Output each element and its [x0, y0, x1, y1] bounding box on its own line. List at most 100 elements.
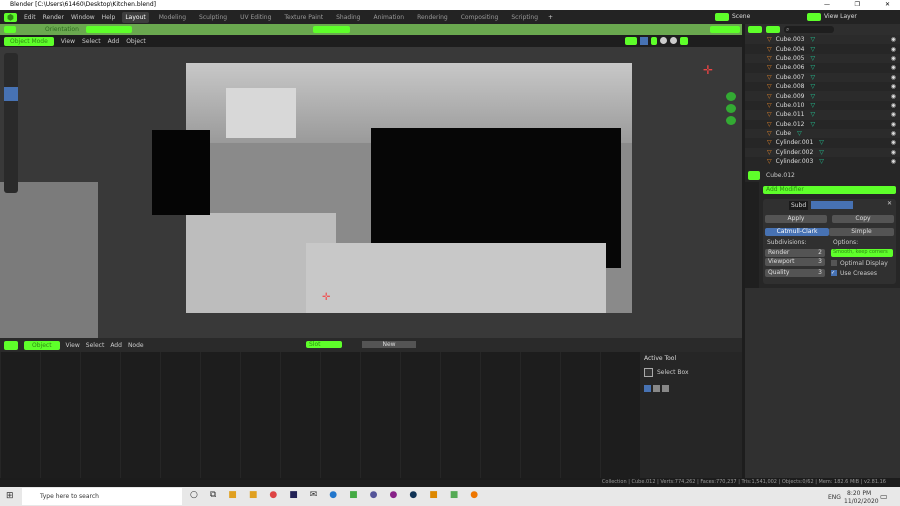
- outliner-item[interactable]: ▽ Cube.011 ▽ ◉: [745, 110, 900, 120]
- scene-selector[interactable]: Scene: [732, 13, 750, 20]
- outliner-item[interactable]: ▽ Cylinder.003 ▽ ◉: [745, 157, 900, 166]
- menu-select[interactable]: Select: [86, 342, 105, 349]
- outliner-item[interactable]: ▽ Cube ▽ ◉: [745, 128, 900, 139]
- taskbar-apps[interactable]: ○ ⧉ ■ ■ ● ■ ✉ ● ■ ● ● ● ■ ■ ●: [190, 490, 478, 500]
- visibility-eye-icon[interactable]: ◉: [891, 74, 896, 81]
- view-layer-selector[interactable]: View Layer: [824, 13, 857, 20]
- modifier-visibility-toggles[interactable]: [811, 201, 853, 209]
- tab-scripting[interactable]: Scripting: [508, 12, 541, 23]
- outliner-item[interactable]: ▽ Cube.005 ▽ ◉: [745, 53, 900, 64]
- display-mode-icon[interactable]: [748, 26, 762, 33]
- outliner-item[interactable]: ▽ Cube.010 ▽ ◉: [745, 101, 900, 110]
- menu-select[interactable]: Select: [82, 38, 101, 45]
- menu-node[interactable]: Node: [128, 342, 144, 349]
- menu-add[interactable]: Add: [110, 342, 122, 349]
- apply-button[interactable]: Apply: [765, 215, 827, 223]
- clock-date[interactable]: 11/02/2020: [844, 498, 879, 505]
- node-editor-canvas[interactable]: [0, 352, 641, 478]
- modifier-name-field[interactable]: Subd: [789, 201, 809, 210]
- tab-rendering[interactable]: Rendering: [414, 12, 451, 23]
- blender-logo-icon[interactable]: ⬢: [4, 12, 17, 22]
- outliner-item[interactable]: ▽ Cube.012 ▽ ◉: [745, 120, 900, 129]
- visibility-eye-icon[interactable]: ◉: [891, 55, 896, 62]
- add-workspace-button[interactable]: +: [548, 14, 553, 21]
- menu-object[interactable]: Object: [126, 38, 146, 45]
- transform-icon[interactable]: [4, 26, 16, 33]
- remove-modifier-icon[interactable]: ✕: [887, 200, 892, 207]
- visibility-eye-icon[interactable]: ◉: [891, 158, 896, 165]
- options-dropdown[interactable]: [710, 26, 740, 33]
- tool-shelf[interactable]: [4, 53, 18, 193]
- outliner-item[interactable]: ▽ Cube.007 ▽ ◉: [745, 72, 900, 82]
- tab-texture-paint[interactable]: Texture Paint: [281, 12, 326, 23]
- editor-type-icon[interactable]: [4, 340, 18, 350]
- visibility-eye-icon[interactable]: ◉: [891, 36, 896, 43]
- shader-type-dropdown[interactable]: Object: [24, 340, 60, 350]
- outliner-item[interactable]: ▽ Cube.003 ▽ ◉: [745, 35, 900, 45]
- editor-type-icon[interactable]: [748, 170, 760, 180]
- mode-dropdown[interactable]: Object Mode: [4, 36, 54, 46]
- tab-modeling[interactable]: Modeling: [156, 12, 189, 23]
- menu-add[interactable]: Add: [108, 38, 120, 45]
- outliner-item[interactable]: ▽ Cube.004 ▽ ◉: [745, 44, 900, 53]
- visibility-eye-icon[interactable]: ◉: [891, 130, 896, 137]
- 3d-viewport[interactable]: ✛ ✛: [0, 47, 742, 338]
- menu-help[interactable]: Help: [102, 14, 116, 21]
- language-indicator[interactable]: ENG: [828, 494, 841, 501]
- orientation-dropdown[interactable]: [86, 26, 132, 33]
- render-levels-field[interactable]: Render 2: [765, 249, 825, 257]
- visibility-eye-icon[interactable]: ◉: [891, 83, 896, 90]
- outliner-item[interactable]: ▽ Cube.006 ▽ ◉: [745, 63, 900, 72]
- viewport-levels-field[interactable]: Viewport 3: [765, 258, 825, 266]
- visibility-eye-icon[interactable]: ◉: [891, 102, 896, 109]
- tab-compositing[interactable]: Compositing: [458, 12, 502, 23]
- select-box-tool[interactable]: Select Box: [644, 368, 739, 377]
- start-icon[interactable]: ⊞: [6, 491, 14, 501]
- menu-window[interactable]: Window: [71, 14, 95, 21]
- outliner-item[interactable]: ▽ Cylinder.001 ▽ ◉: [745, 138, 900, 147]
- visibility-eye-icon[interactable]: ◉: [891, 46, 896, 53]
- minimize-button[interactable]: —: [824, 1, 830, 8]
- menu-edit[interactable]: Edit: [24, 14, 36, 21]
- visibility-eye-icon[interactable]: ◉: [891, 121, 896, 128]
- view-layer-icon[interactable]: [807, 13, 821, 21]
- tab-layout[interactable]: Layout: [122, 11, 149, 23]
- visibility-eye-icon[interactable]: ◉: [891, 111, 896, 118]
- tab-uv-editing[interactable]: UV Editing: [237, 12, 274, 23]
- navigation-gizmo-icon[interactable]: ✛: [703, 63, 713, 77]
- tab-sculpting[interactable]: Sculpting: [196, 12, 230, 23]
- catmull-clark-option[interactable]: Catmull-Clark: [765, 228, 829, 236]
- clock-time[interactable]: 8:20 PM: [847, 490, 871, 497]
- outliner-search-input[interactable]: ⌕: [784, 26, 834, 33]
- maximize-button[interactable]: ❐: [855, 1, 860, 8]
- pivot-dropdown[interactable]: [313, 26, 350, 33]
- properties-tabs[interactable]: [745, 182, 759, 297]
- quality-field[interactable]: Quality 3: [765, 269, 825, 277]
- scene-icon[interactable]: [715, 13, 729, 21]
- menu-render[interactable]: Render: [43, 14, 64, 21]
- tab-animation[interactable]: Animation: [370, 12, 407, 23]
- outliner-item[interactable]: ▽ Cube.009 ▽ ◉: [745, 91, 900, 101]
- filter-icon[interactable]: [766, 26, 780, 33]
- optimal-display-checkbox[interactable]: Optimal Display: [831, 260, 888, 267]
- slot-dropdown[interactable]: Slot: [306, 341, 342, 348]
- add-modifier-dropdown[interactable]: Add Modifier: [763, 186, 896, 194]
- new-material-button[interactable]: New: [362, 341, 416, 348]
- visibility-eye-icon[interactable]: ◉: [891, 139, 896, 146]
- menu-view[interactable]: View: [61, 38, 75, 45]
- copy-button[interactable]: Copy: [832, 215, 894, 223]
- visibility-eye-icon[interactable]: ◉: [891, 93, 896, 100]
- uv-smooth-dropdown[interactable]: Smooth, keep corners: [831, 249, 893, 257]
- visibility-eye-icon[interactable]: ◉: [891, 149, 896, 156]
- shading-buttons[interactable]: [625, 37, 688, 45]
- outliner-item[interactable]: ▽ Cylinder.002 ▽ ◉: [745, 147, 900, 158]
- taskbar-search-input[interactable]: Type here to search: [22, 488, 182, 505]
- select-mode-buttons[interactable]: [644, 385, 739, 392]
- close-button[interactable]: ✕: [885, 1, 890, 8]
- use-creases-checkbox[interactable]: ✓ Use Creases: [831, 270, 877, 277]
- menu-view[interactable]: View: [66, 342, 80, 349]
- viewport-nav-buttons[interactable]: [726, 92, 736, 132]
- notifications-icon[interactable]: ▭: [880, 492, 888, 501]
- tab-shading[interactable]: Shading: [333, 12, 363, 23]
- visibility-eye-icon[interactable]: ◉: [891, 64, 896, 71]
